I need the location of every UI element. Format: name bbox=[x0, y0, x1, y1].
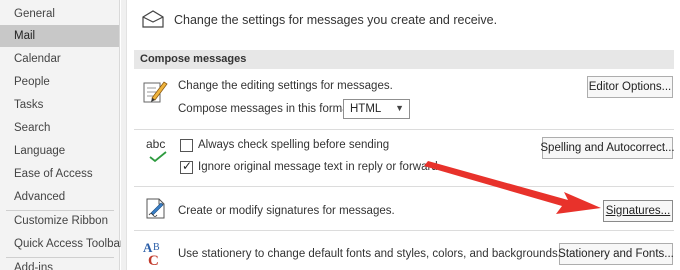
chevron-down-icon: ▼ bbox=[395, 103, 404, 113]
sidebar-item-language[interactable]: Language bbox=[0, 140, 119, 162]
stationery-text: Use stationery to change default fonts a… bbox=[178, 248, 561, 260]
compose-format-select[interactable]: HTML ▼ bbox=[343, 99, 410, 119]
editor-options-button[interactable]: Editor Options... bbox=[587, 76, 673, 98]
sidebar-item-calendar[interactable]: Calendar bbox=[0, 48, 119, 70]
sidebar-item-mail[interactable]: Mail bbox=[0, 25, 119, 47]
ignore-original-checkbox[interactable]: ✓ bbox=[180, 159, 193, 174]
options-sidebar: General Mail Calendar People Tasks Searc… bbox=[0, 0, 124, 270]
always-check-spelling-checkbox[interactable] bbox=[180, 139, 193, 152]
compose-format-value: HTML bbox=[350, 103, 382, 115]
page-header: Change the settings for messages you cre… bbox=[142, 8, 497, 32]
editing-settings-text: Change the editing settings for messages… bbox=[178, 80, 393, 92]
signatures-text: Create or modify signatures for messages… bbox=[178, 205, 395, 217]
sidebar-item-quick-access-toolbar[interactable]: Quick Access Toolbar bbox=[0, 233, 124, 255]
sidebar-item-ease-of-access[interactable]: Ease of Access bbox=[0, 163, 119, 185]
signatures-button-label: Signatures... bbox=[605, 205, 671, 217]
check-icon: ✓ bbox=[182, 159, 193, 173]
compose-format-label: Compose messages in this format: bbox=[178, 103, 356, 115]
signature-icon bbox=[144, 196, 168, 223]
sidebar-item-tasks[interactable]: Tasks bbox=[0, 94, 119, 116]
sidebar-scrollbar[interactable] bbox=[121, 0, 127, 270]
spelling-icon-text: abc bbox=[146, 137, 166, 151]
edit-pen-icon bbox=[142, 78, 168, 107]
sidebar-item-search[interactable]: Search bbox=[0, 117, 119, 139]
ignore-original-label: Ignore original message text in reply or… bbox=[198, 161, 438, 173]
sidebar-item-customize-ribbon[interactable]: Customize Ribbon bbox=[0, 210, 119, 232]
sidebar-item-add-ins[interactable]: Add-ins bbox=[0, 257, 119, 270]
sidebar-item-general[interactable]: General bbox=[0, 3, 119, 25]
mail-options-panel: Change the settings for messages you cre… bbox=[128, 0, 680, 270]
svg-text:C: C bbox=[148, 253, 159, 268]
always-check-spelling-label: Always check spelling before sending bbox=[198, 139, 390, 151]
row-divider bbox=[134, 230, 674, 231]
svg-text:B: B bbox=[153, 242, 160, 253]
envelope-icon bbox=[142, 9, 164, 31]
sidebar-item-advanced[interactable]: Advanced bbox=[0, 186, 119, 208]
signatures-button[interactable]: Signatures... bbox=[603, 200, 673, 222]
spelling-autocorrect-button[interactable]: Spelling and Autocorrect... bbox=[540, 137, 675, 159]
stationery-fonts-button[interactable]: Stationery and Fonts... bbox=[558, 243, 674, 265]
row-divider bbox=[134, 129, 674, 130]
spelling-abc-icon: abc bbox=[146, 137, 167, 163]
section-compose-messages: Compose messages bbox=[134, 50, 674, 69]
stationery-fonts-icon: A B C bbox=[142, 238, 170, 270]
page-title: Change the settings for messages you cre… bbox=[174, 13, 498, 27]
sidebar-item-people[interactable]: People bbox=[0, 71, 119, 93]
row-divider bbox=[134, 186, 674, 187]
